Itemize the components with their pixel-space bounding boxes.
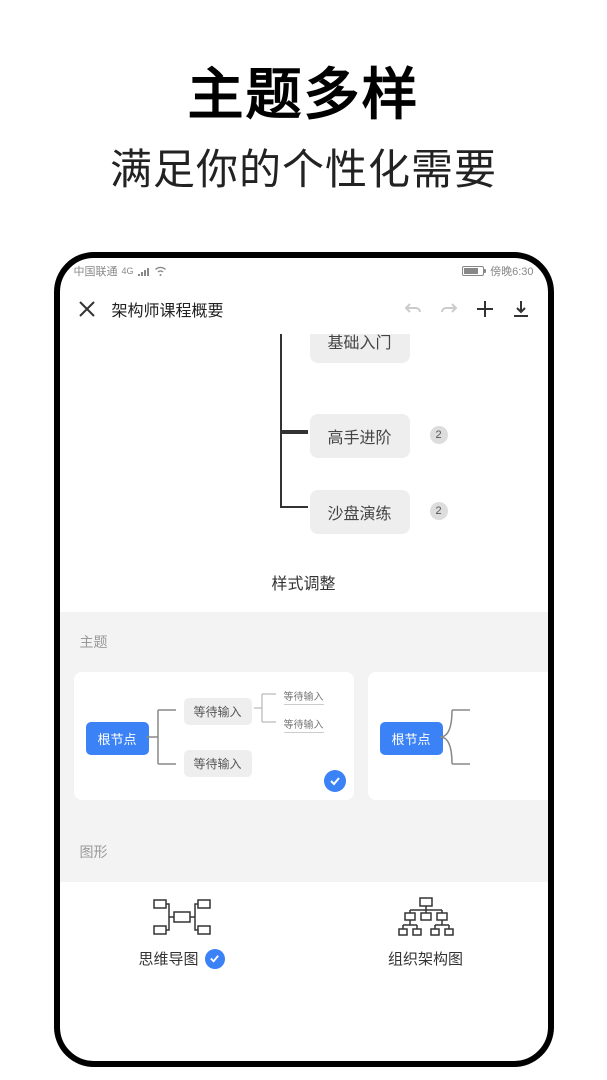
- node-badge: 2: [430, 502, 448, 520]
- node-badge: 2: [430, 426, 448, 444]
- add-icon[interactable]: [474, 298, 496, 320]
- status-bar: 中国联通 4G 傍晚6:30: [60, 258, 548, 284]
- theme-card[interactable]: 根节点: [368, 672, 548, 800]
- app-toolbar: 架构师课程概要: [60, 284, 548, 334]
- shape-label: 组织架构图: [388, 948, 463, 969]
- section-header-theme: 主题: [60, 612, 548, 672]
- mindmap-node[interactable]: 基础入门: [310, 334, 410, 363]
- panel-title: 样式调整: [60, 552, 548, 612]
- phone-frame: 中国联通 4G 傍晚6:30 架构师课程概要 基础入门 高手进: [54, 252, 554, 1067]
- download-icon[interactable]: [510, 298, 532, 320]
- theme-sub-node: 等待输入: [184, 750, 252, 777]
- wifi-icon: [154, 266, 167, 276]
- close-icon[interactable]: [76, 298, 98, 320]
- hero-subtitle: 满足你的个性化需要: [110, 136, 497, 197]
- theme-leaf-node: 等待输入: [284, 688, 324, 705]
- theme-root-node: 根节点: [380, 722, 443, 755]
- carrier-label: 中国联通: [74, 263, 118, 279]
- shape-label: 思维导图: [138, 948, 198, 969]
- undo-icon[interactable]: [402, 298, 424, 320]
- document-title: 架构师课程概要: [112, 297, 388, 321]
- shape-picker: 思维导图 组织架构图: [60, 882, 548, 997]
- check-icon: [205, 949, 225, 969]
- theme-sub-node: 等待输入: [184, 698, 252, 725]
- mindmap-canvas[interactable]: 基础入门 高手进阶 2 沙盘演练 2: [60, 334, 548, 552]
- time-label: 傍晚6:30: [490, 263, 533, 279]
- check-icon: [324, 770, 346, 792]
- theme-picker[interactable]: 根节点 等待输入 等待输入 等待输入 等待输入 根节点: [60, 672, 548, 822]
- theme-card-selected[interactable]: 根节点 等待输入 等待输入 等待输入 等待输入: [74, 672, 354, 800]
- mindmap-node[interactable]: 高手进阶: [310, 414, 410, 458]
- mindmap-shape-icon: [152, 896, 212, 938]
- battery-icon: [462, 266, 484, 276]
- shape-option-mindmap[interactable]: 思维导图: [60, 896, 304, 969]
- redo-icon[interactable]: [438, 298, 460, 320]
- network-label: 4G: [122, 266, 134, 276]
- shape-option-org[interactable]: 组织架构图: [304, 896, 548, 969]
- hero-title: 主题多样: [188, 50, 420, 131]
- mindmap-node[interactable]: 沙盘演练: [310, 490, 410, 534]
- signal-icon: [138, 266, 150, 276]
- org-shape-icon: [396, 896, 456, 938]
- theme-leaf-node: 等待输入: [284, 716, 324, 733]
- theme-root-node: 根节点: [86, 722, 149, 755]
- section-header-shape: 图形: [60, 822, 548, 882]
